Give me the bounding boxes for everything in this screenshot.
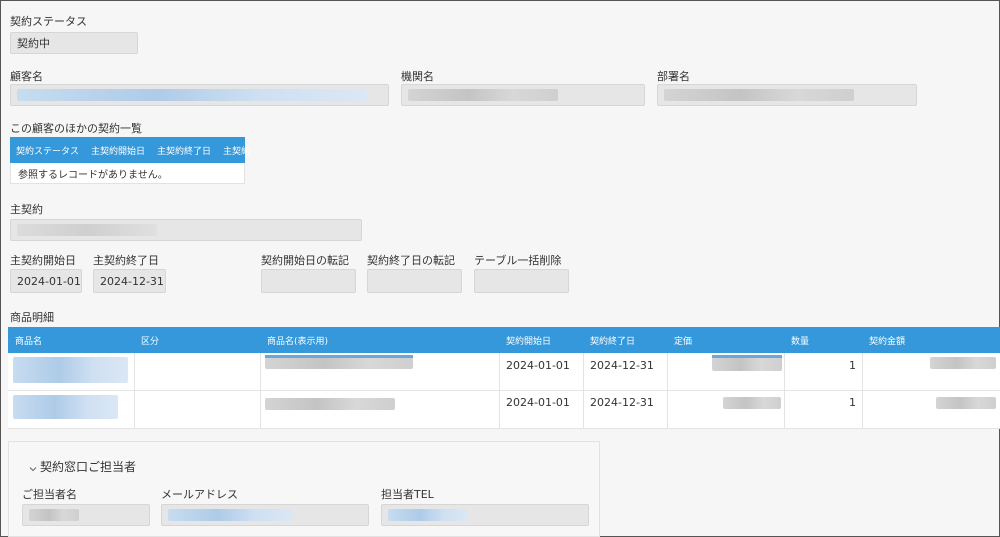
contact-section: 契約窓口ご担当者 ご担当者名 メールアドレス 担当者TEL (8, 441, 600, 537)
row1-start: 2024-01-01 (506, 359, 570, 372)
col-main: 主契約 (223, 146, 251, 157)
contact-name-field[interactable] (22, 504, 150, 526)
col-list-price: 定価 (674, 336, 693, 347)
redacted-amount (930, 357, 996, 369)
other-contracts-label: この顧客のほかの契約一覧 (10, 122, 142, 135)
contact-section-title: 契約窓口ご担当者 (40, 460, 137, 474)
start-copy-button[interactable] (261, 269, 356, 293)
tel-label: 担当者TEL (381, 488, 434, 501)
dept-label: 部署名 (657, 70, 690, 83)
tel-field[interactable] (381, 504, 589, 526)
redacted-main-contract (17, 224, 157, 236)
main-end-value: 2024-12-31 (100, 274, 164, 288)
main-start-field: 2024-01-01 (10, 269, 82, 293)
chevron-down-icon (29, 463, 37, 471)
status-label: 契約ステータス (10, 15, 87, 28)
col-product-name: 商品名 (15, 336, 43, 347)
main-end-field: 2024-12-31 (93, 269, 166, 293)
redacted-product-name[interactable] (13, 357, 128, 383)
org-label: 機関名 (401, 70, 434, 83)
redacted-contact-name (29, 509, 79, 521)
table-row: 2024-01-01 2024-12-31 1 (8, 391, 1000, 429)
col-category: 区分 (141, 336, 160, 347)
table-row: 2024-01-01 2024-12-31 1 (8, 353, 1000, 391)
row1-qty: 1 (849, 359, 856, 372)
row2-end: 2024-12-31 (590, 396, 654, 409)
email-label: メールアドレス (161, 488, 238, 501)
col-amount: 契約金額 (869, 336, 906, 347)
email-field[interactable] (161, 504, 369, 526)
status-value: 契約中 (17, 37, 50, 50)
main-start-label: 主契約開始日 (10, 254, 76, 267)
row2-start: 2024-01-01 (506, 396, 570, 409)
col-display-name: 商品名(表示用) (267, 336, 329, 347)
start-copy-label: 契約開始日の転記 (261, 254, 349, 267)
col-main-start: 主契約開始日 (91, 146, 146, 157)
redacted-display-name (265, 398, 395, 410)
display-name-underline (265, 355, 413, 358)
col-qty: 数量 (791, 336, 810, 347)
end-copy-label: 契約終了日の転記 (367, 254, 455, 267)
status-field: 契約中 (10, 32, 138, 54)
empty-message: 参照するレコードがありません。 (18, 169, 168, 181)
col-end: 契約終了日 (590, 336, 636, 347)
org-field (401, 84, 645, 106)
redacted-product-name[interactable] (13, 395, 118, 419)
main-end-label: 主契約終了日 (93, 254, 159, 267)
row2-qty: 1 (849, 396, 856, 409)
col-status: 契約ステータス (16, 146, 80, 157)
main-contract-field[interactable] (10, 219, 362, 241)
bulk-delete-button[interactable] (474, 269, 569, 293)
items-table-header: 商品名 区分 商品名(表示用) 契約開始日 契約終了日 定価 数量 契約金額 (8, 327, 1000, 353)
contract-record-form: 契約ステータス 契約中 顧客名 機関名 部署名 この顧客のほかの契約一覧 契約ス… (0, 0, 1000, 537)
redacted-tel (388, 509, 468, 521)
col-main-end: 主契約終了日 (157, 146, 212, 157)
redacted-email (168, 509, 293, 521)
redacted-list-price (712, 357, 782, 371)
customer-label: 顧客名 (10, 70, 43, 83)
end-copy-button[interactable] (367, 269, 462, 293)
bulk-delete-label: テーブル一括削除 (474, 254, 562, 267)
other-contracts-empty-row: 参照するレコードがありません。 (10, 163, 245, 184)
contact-section-toggle[interactable]: 契約窓口ご担当者 (29, 458, 136, 475)
dept-field (657, 84, 917, 106)
redacted-dept (664, 89, 854, 101)
main-start-value: 2024-01-01 (17, 274, 81, 288)
redacted-display-name (265, 357, 413, 369)
contact-name-label: ご担当者名 (22, 488, 77, 501)
redacted-list-price (723, 397, 781, 409)
main-contract-label: 主契約 (10, 203, 43, 216)
redacted-org (408, 89, 558, 101)
row1-end: 2024-12-31 (590, 359, 654, 372)
items-label: 商品明細 (10, 311, 54, 324)
list-price-underline (712, 355, 782, 358)
redacted-amount (936, 397, 996, 409)
col-start: 契約開始日 (506, 336, 552, 347)
redacted-customer (17, 89, 367, 101)
customer-field[interactable] (10, 84, 389, 106)
other-contracts-header: 契約ステータス 主契約開始日 主契約終了日 主契約 (10, 137, 250, 163)
